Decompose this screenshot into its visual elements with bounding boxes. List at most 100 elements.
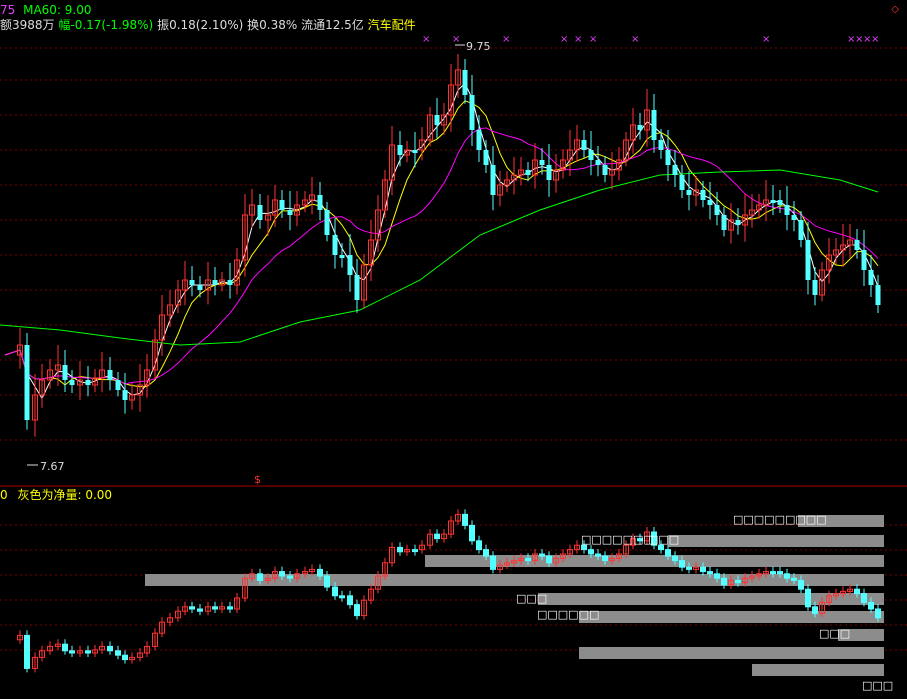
sub-candle [770,571,776,575]
profile-bar [579,647,884,659]
sub-candle [735,579,741,584]
candle-down[interactable] [212,280,218,285]
candle-down[interactable] [347,255,353,275]
sub-candle [476,540,482,551]
sub-candle [784,573,790,579]
candle-down[interactable] [658,140,664,150]
candle-down[interactable] [279,200,285,210]
candle-down[interactable] [875,285,881,305]
candle-down[interactable] [490,165,496,195]
candle-down[interactable] [122,390,128,400]
candle-down[interactable] [462,70,468,95]
sub-candle [588,549,594,555]
candle-down[interactable] [24,345,30,420]
profile-label: □□□ [648,533,680,546]
candle-down[interactable] [324,210,330,235]
candle-down[interactable] [197,285,203,290]
candle-down[interactable] [651,110,657,140]
sub-candle [714,573,720,579]
candle-down[interactable] [686,190,692,195]
candle-down[interactable] [595,160,601,165]
cross-marker: × [762,34,771,45]
candle-down[interactable] [812,280,818,295]
sub-candle [189,606,195,610]
candle-down[interactable] [868,270,874,285]
candle-down[interactable] [707,200,713,205]
profile-label: □□□ [516,592,548,605]
candle-down[interactable] [721,215,727,230]
candle-down[interactable] [791,215,797,220]
candle-down[interactable] [700,190,706,200]
candle-down[interactable] [672,165,678,175]
sub-candle [686,566,692,570]
sub-candle [212,606,218,610]
candle-down[interactable] [777,200,783,205]
sub-candle [85,650,91,654]
candle-down[interactable] [339,255,345,258]
candle-down[interactable] [85,380,91,385]
cross-marker: × [452,34,461,45]
sub-candle [324,575,330,588]
divider-marker: $ [254,473,261,486]
candle-down[interactable] [714,205,720,215]
candle-down[interactable] [107,370,113,380]
sub-candle [672,555,678,562]
cross-marker: × [871,34,880,45]
candle-down[interactable] [227,280,233,285]
sub-candle [279,571,285,577]
candle-down[interactable] [525,170,531,175]
cross-marker: × [574,34,583,45]
candle-down[interactable] [469,95,475,130]
candle-down[interactable] [665,150,671,165]
sub-candle [412,549,418,553]
sub-candle [483,549,489,557]
main-candles[interactable] [17,54,881,437]
candle-down[interactable] [735,220,741,225]
profile-bar [538,593,884,605]
candle-down[interactable] [679,175,685,190]
sub-candle [434,533,440,540]
candle-down[interactable] [798,220,804,240]
candle-down[interactable] [115,380,121,390]
profile-bar [579,611,884,623]
sub-prefix: 0 [0,488,8,502]
sub-candle [805,588,811,608]
candle-down[interactable] [257,205,263,220]
candle-down[interactable] [397,145,403,155]
candle-down[interactable] [861,250,867,270]
sub-candle [257,573,263,581]
candle-down[interactable] [854,240,860,250]
sub-candle [287,575,293,579]
candle-down[interactable] [62,365,68,380]
profile-bar [752,664,884,676]
candle-down[interactable] [483,150,489,165]
candle-down[interactable] [287,210,293,215]
candle-down[interactable] [189,280,195,285]
candle-down[interactable] [805,240,811,280]
sub-candle [115,650,121,656]
sub-candle [854,588,860,595]
sub-candle [525,557,531,562]
candle-down[interactable] [602,165,608,175]
candle-down[interactable] [69,380,75,385]
candle-down[interactable] [784,205,790,215]
candle-down[interactable] [354,275,360,300]
candle-down[interactable] [581,140,587,150]
candle-down[interactable] [539,160,545,165]
candle-down[interactable] [637,125,643,130]
candle-down[interactable] [332,235,338,255]
candle-down[interactable] [476,130,482,150]
sub-candle [347,595,353,606]
ma60-line [0,169,879,346]
candle-down[interactable] [546,165,552,180]
candle-down[interactable] [770,200,776,203]
sub-candle [595,553,601,557]
candle-down[interactable] [412,150,418,153]
candle-down[interactable] [434,115,440,125]
candle-down[interactable] [317,195,323,210]
profile-label: □□□ [819,627,851,640]
ma20-line [4,127,879,385]
volume-profile-bars [145,515,884,676]
candle-down[interactable] [588,150,594,160]
ma10-line [4,100,879,388]
